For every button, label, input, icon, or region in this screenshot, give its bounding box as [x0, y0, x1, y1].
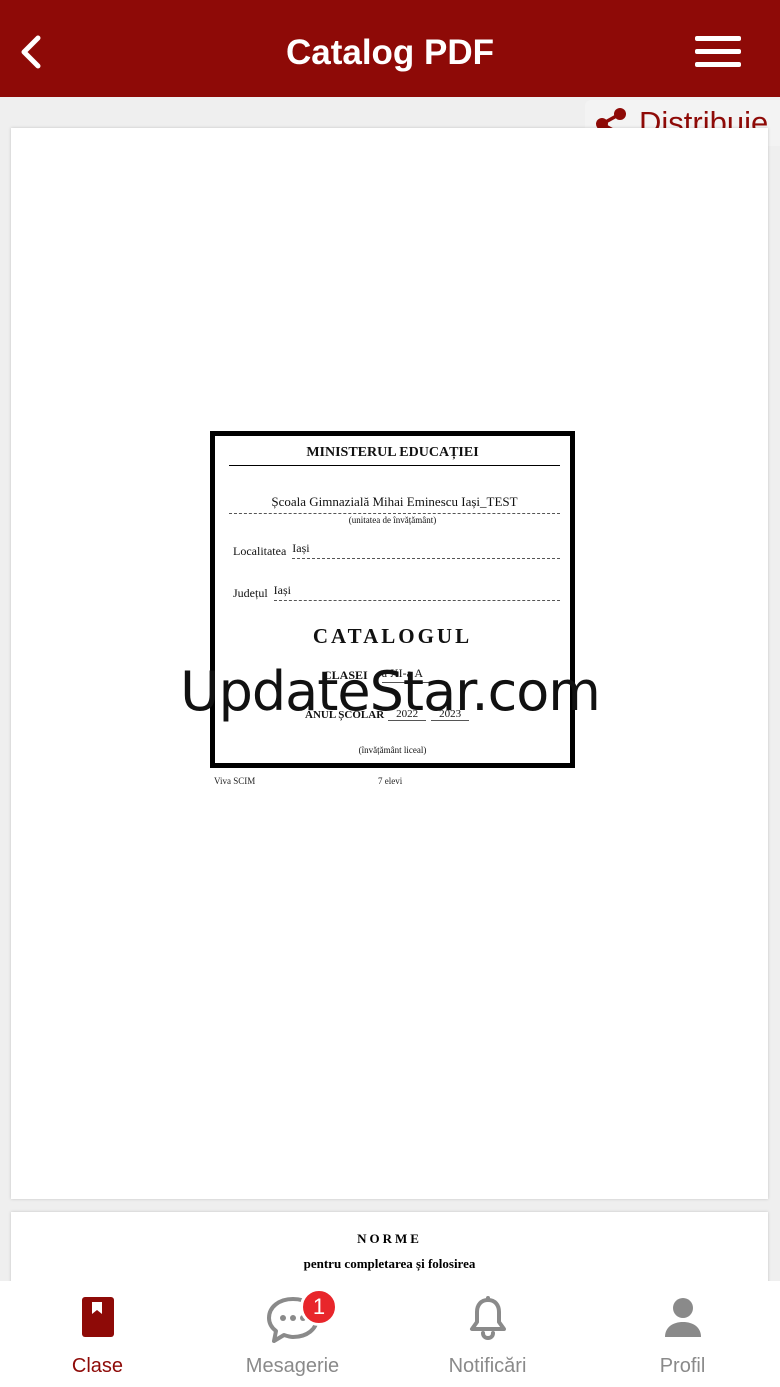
bell-icon — [469, 1296, 506, 1341]
county-value: Iași — [273, 583, 560, 601]
user-icon — [664, 1298, 701, 1337]
tab-clase-label: Clase — [71, 1355, 124, 1377]
tab-mesagerie[interactable]: 1 Mesagerie — [195, 1281, 390, 1387]
tab-notificari[interactable]: Notificări — [390, 1281, 585, 1387]
education-level: (învățământ liceal) — [358, 745, 427, 755]
county-label: Județul — [233, 586, 268, 600]
tab-clase[interactable]: Clase — [0, 1281, 195, 1387]
watermark: UpdateStar.com — [180, 660, 601, 723]
tab-notificari-label: Notificări — [448, 1355, 527, 1377]
tab-profil[interactable]: Profil — [585, 1281, 780, 1387]
app-header: Catalog PDF — [0, 0, 780, 97]
locality-value: Iași — [292, 541, 560, 559]
unit-caption: (unitatea de învățământ) — [348, 515, 437, 525]
heading-divider — [229, 465, 560, 466]
hamburger-menu-icon[interactable] — [695, 36, 745, 72]
tab-mesagerie-label: Mesagerie — [245, 1355, 340, 1377]
tab-profil-label: Profil — [659, 1355, 706, 1377]
locality-label: Localitatea — [233, 544, 287, 558]
norms-heading: NORME — [357, 1231, 422, 1246]
footer-software: Viva SCIM — [214, 776, 256, 786]
page-title: Catalog PDF — [285, 33, 495, 72]
book-icon — [81, 1297, 114, 1337]
unread-badge: 1 — [300, 1288, 338, 1326]
school-name: Școala Gimnazială Mihai Eminescu Iași_TE… — [229, 494, 560, 514]
bottom-tab-bar: Clase 1 Mesagerie Notificări Profil — [0, 1281, 780, 1387]
catalog-title: CATALOGUL — [312, 624, 473, 648]
ministry-heading: MINISTERUL EDUCAȚIEI — [306, 445, 479, 460]
locality-row: Localitatea Iași — [233, 541, 560, 559]
county-row: Județul Iași — [233, 583, 560, 601]
norms-subheading: pentru completarea și folosirea — [303, 1256, 476, 1271]
footer-student-count: 7 elevi — [378, 776, 403, 786]
